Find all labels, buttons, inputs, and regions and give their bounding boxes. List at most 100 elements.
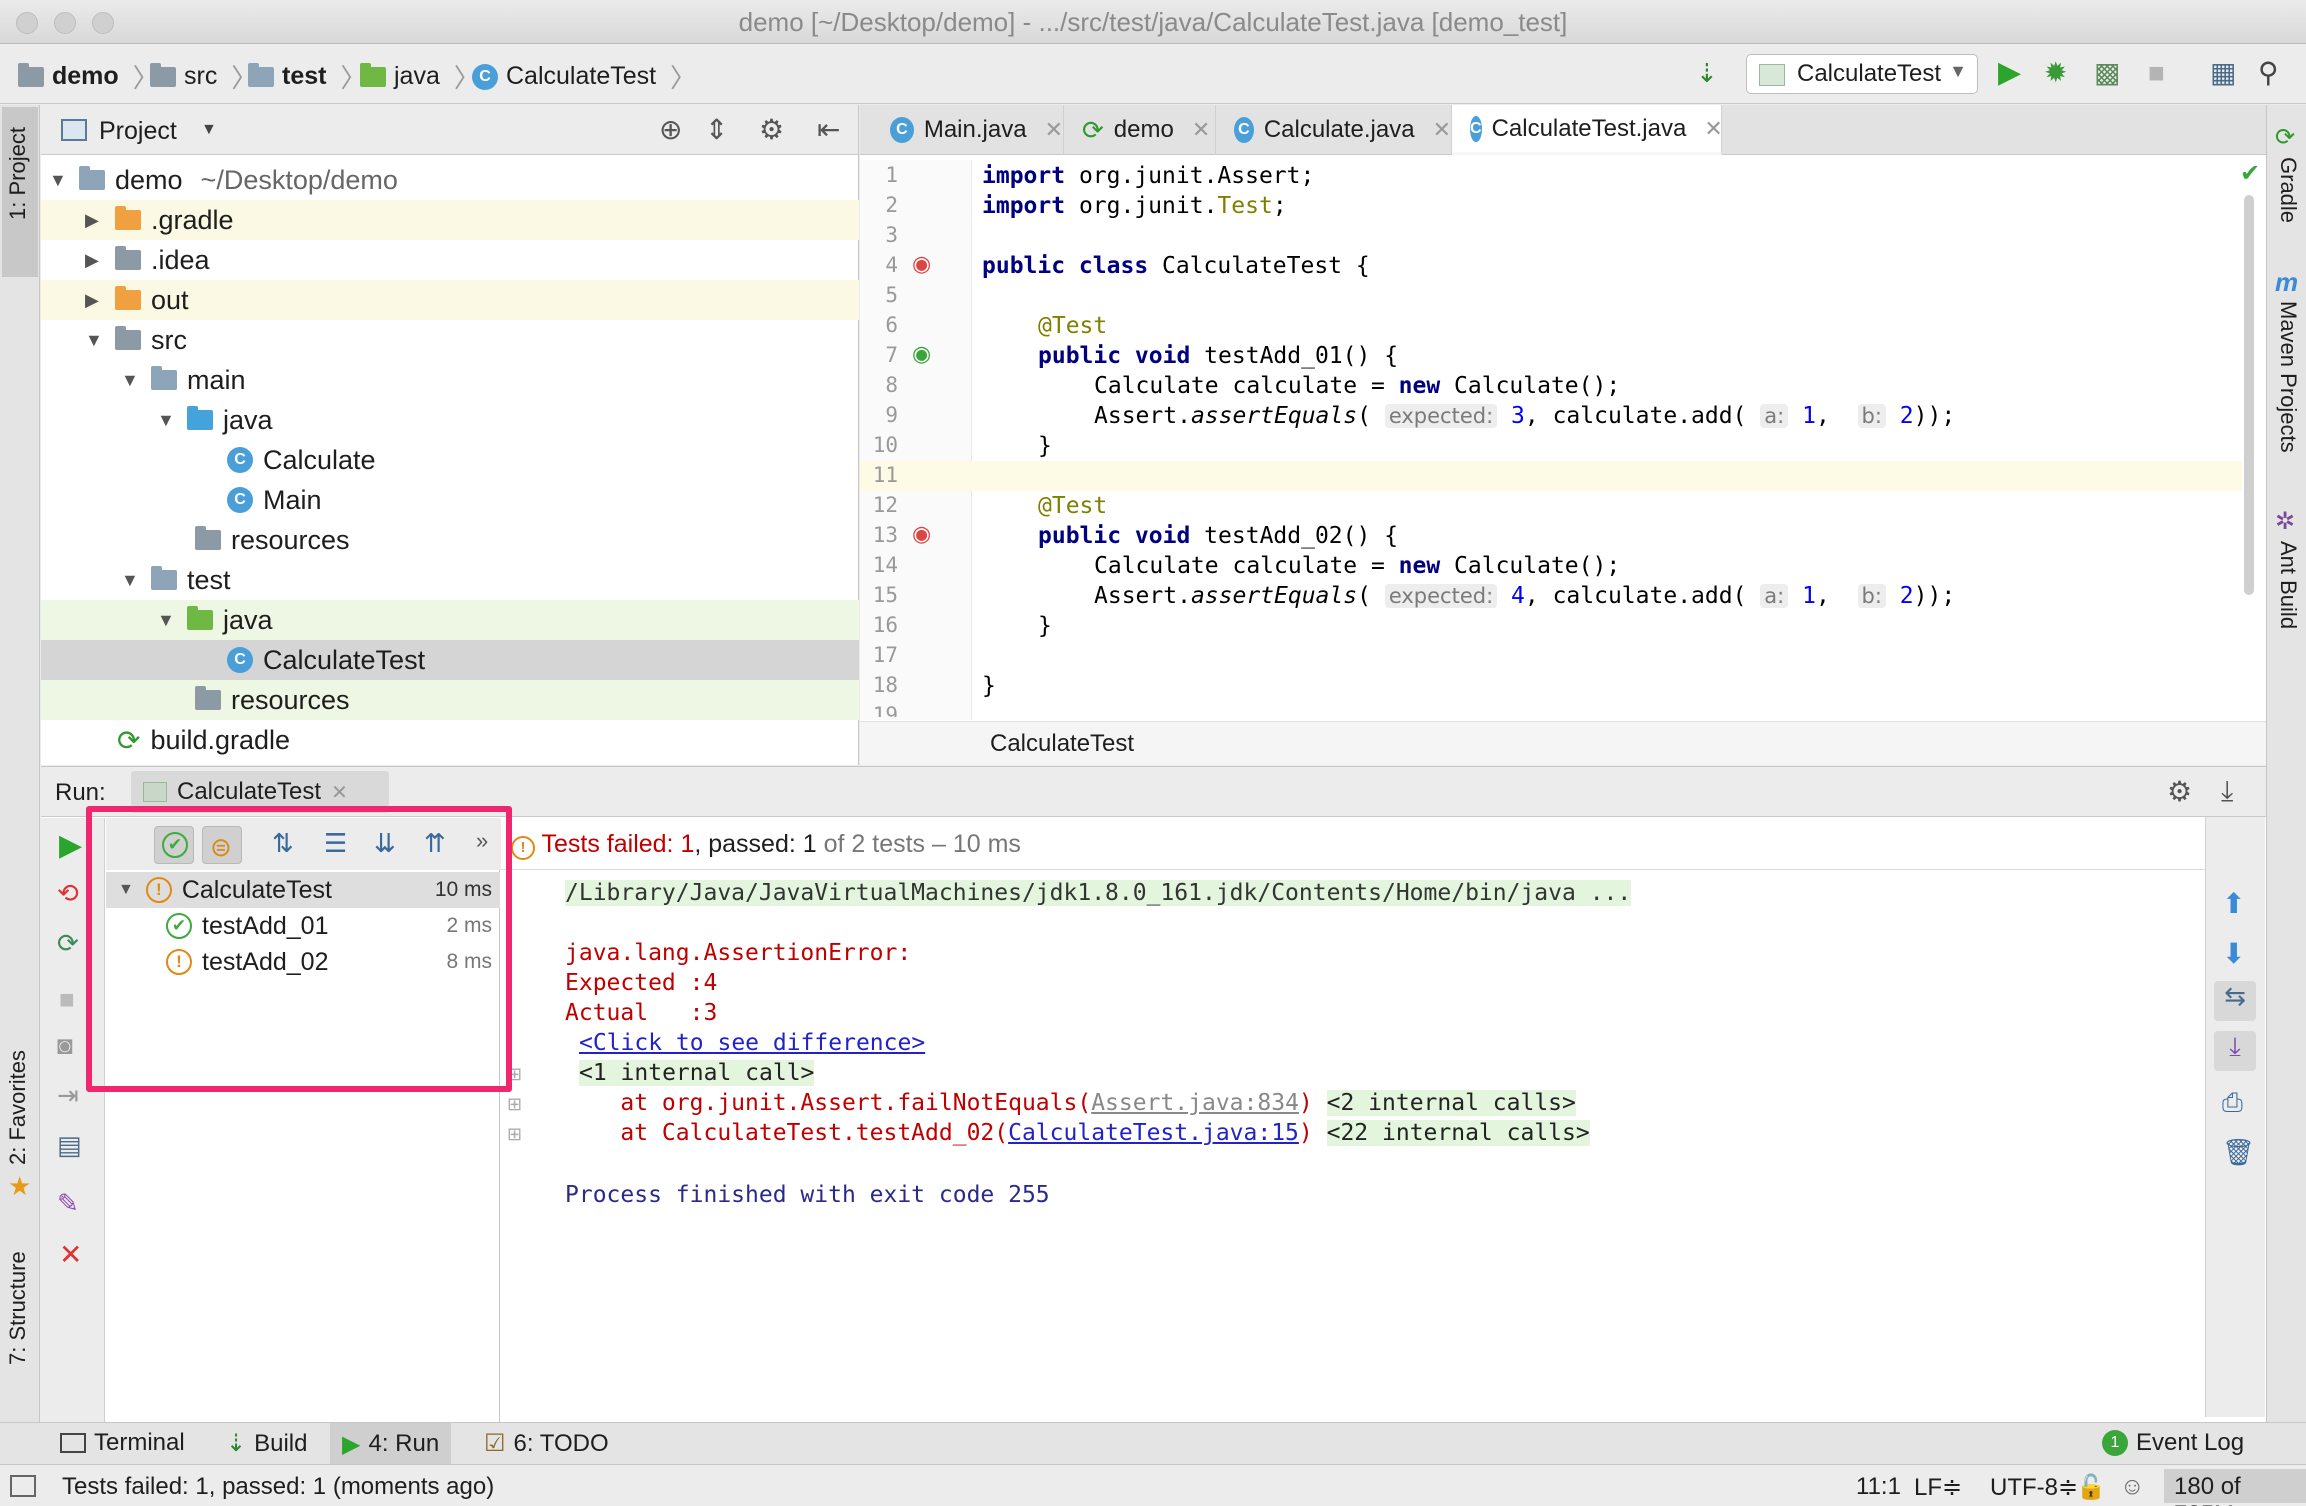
scroll-to-end-icon[interactable]: ⤓ bbox=[2214, 1031, 2256, 1071]
status-message[interactable]: Tests failed: 1, passed: 1 (moments ago) bbox=[62, 1473, 494, 1501]
stop-icon[interactable]: ■ bbox=[2148, 58, 2165, 88]
coverage-icon[interactable]: ▩ bbox=[2094, 58, 2120, 88]
tool-windows-icon[interactable] bbox=[10, 1475, 36, 1497]
expand-icon[interactable]: ⊞ bbox=[507, 1094, 522, 1115]
import-icon[interactable]: ⇥ bbox=[57, 1080, 79, 1111]
tree-item-out[interactable]: ▶ out bbox=[41, 280, 859, 320]
hide-panel-icon[interactable]: ⇤ bbox=[817, 113, 840, 146]
tree-item-calculatetest[interactable]: C CalculateTest bbox=[41, 640, 859, 680]
code-line-16[interactable]: } bbox=[1038, 613, 1052, 639]
close-icon[interactable]: ✕ bbox=[59, 1238, 82, 1271]
trash-icon[interactable]: 🗑 bbox=[2222, 1137, 2255, 1168]
close-icon[interactable]: ✕ bbox=[1433, 117, 1451, 143]
tree-item-src[interactable]: ▼ src bbox=[41, 320, 859, 360]
gear-icon[interactable]: ⚙ bbox=[759, 113, 784, 146]
layout-icon[interactable]: ▤ bbox=[57, 1130, 82, 1161]
toggle-autotest-icon[interactable]: ⟳ bbox=[57, 928, 79, 959]
pin-icon[interactable]: ✎ bbox=[57, 1188, 79, 1219]
tree-item-gradle-dir[interactable]: ▶ .gradle bbox=[41, 200, 859, 240]
tab-build[interactable]: ⇣ Build bbox=[226, 1429, 307, 1458]
tab-demo[interactable]: ⟳ demo ✕ bbox=[1064, 105, 1216, 155]
tree-item-main[interactable]: ▼ main bbox=[41, 360, 859, 400]
tab-calculatetest-java[interactable]: C CalculateTest.java ✕ bbox=[1452, 105, 1723, 155]
run-test-passed-icon[interactable]: ◉ bbox=[912, 341, 931, 367]
encoding-select[interactable]: UTF-8≑ bbox=[1990, 1473, 2078, 1502]
ant-tool-label[interactable]: Ant Build bbox=[2275, 541, 2301, 629]
calculatetest-java-link[interactable]: CalculateTest.java:15 bbox=[1008, 1120, 1299, 1146]
tree-item-idea[interactable]: ▶ .idea bbox=[41, 240, 859, 280]
run-test-failed-icon[interactable]: ◉ bbox=[912, 251, 931, 277]
code-line-12[interactable]: @Test bbox=[1038, 493, 1107, 519]
tab-todo[interactable]: ☑ 6: TODO bbox=[484, 1429, 609, 1458]
chevron-down-icon[interactable]: ▼ bbox=[201, 121, 217, 139]
tab-run[interactable]: ▶ 4: Run bbox=[330, 1423, 452, 1465]
tab-main-java[interactable]: C Main.java ✕ bbox=[872, 105, 1064, 155]
code-line-10[interactable]: } bbox=[1038, 433, 1052, 459]
project-structure-icon[interactable]: ▦ bbox=[2210, 58, 2236, 88]
close-icon[interactable]: ✕ bbox=[331, 780, 348, 805]
caret-position[interactable]: 11:1 bbox=[1856, 1473, 1901, 1501]
down-arrow-icon[interactable]: ⬇ bbox=[2222, 937, 2245, 970]
search-icon[interactable]: ⚲ bbox=[2258, 58, 2279, 88]
code-line-2[interactable]: import org.junit.Test; bbox=[982, 193, 1287, 219]
code-line-15[interactable]: Assert.assertEquals( expected: 4, calcul… bbox=[1094, 583, 1955, 609]
tab-event-log[interactable]: 1 Event Log bbox=[2102, 1429, 2244, 1457]
gradle-tool-label[interactable]: Gradle bbox=[2275, 157, 2301, 223]
breadcrumb-test[interactable]: test 〉 bbox=[248, 58, 366, 95]
code-line-18[interactable]: } bbox=[982, 673, 996, 699]
tab-terminal[interactable]: Terminal bbox=[60, 1429, 185, 1457]
hide-panel-icon[interactable]: ⤓ bbox=[2221, 775, 2233, 808]
breadcrumb-java[interactable]: java 〉 bbox=[360, 58, 480, 95]
camera-icon[interactable]: ◙ bbox=[57, 1030, 73, 1061]
console-internal-call[interactable]: <1 internal call> bbox=[579, 1060, 815, 1086]
run-configuration-select[interactable]: CalculateTest ▼ bbox=[1746, 54, 1978, 94]
close-icon[interactable]: ✕ bbox=[1704, 116, 1722, 142]
rerun-icon[interactable]: ▶ bbox=[59, 828, 82, 863]
maven-tool-label[interactable]: Maven Projects bbox=[2275, 301, 2301, 453]
tree-item-main-resources[interactable]: resources bbox=[41, 520, 859, 560]
debug-icon[interactable]: ✹ bbox=[2044, 58, 2067, 88]
gear-icon[interactable]: ⚙ bbox=[2167, 775, 2192, 808]
console-output[interactable]: ! Tests failed: 1, passed: 1 of 2 tests … bbox=[501, 818, 2246, 1423]
breadcrumb-demo[interactable]: demo 〉 bbox=[18, 58, 159, 95]
run-icon[interactable]: ▶ bbox=[1998, 58, 2021, 88]
tree-item-build-gradle[interactable]: ⟳ build.gradle bbox=[41, 720, 859, 760]
tree-item-main-java[interactable]: ▼ java bbox=[41, 400, 859, 440]
code-line-9[interactable]: Assert.assertEquals( expected: 3, calcul… bbox=[1094, 403, 1955, 429]
inspector-icon[interactable]: ☺ bbox=[2120, 1473, 2145, 1501]
line-separator-select[interactable]: LF≑ bbox=[1914, 1473, 1962, 1502]
code-line-1[interactable]: import org.junit.Assert; bbox=[982, 163, 1314, 189]
up-arrow-icon[interactable]: ⬆ bbox=[2222, 887, 2245, 920]
code-line-6[interactable]: @Test bbox=[1038, 313, 1107, 339]
code-line-13[interactable]: public void testAdd_02() { bbox=[1038, 523, 1398, 549]
print-icon[interactable]: ⎙ bbox=[2222, 1087, 2243, 1119]
editor-breadcrumb[interactable]: CalculateTest bbox=[860, 721, 2266, 765]
click-to-see-difference-link[interactable]: <Click to see difference> bbox=[579, 1030, 925, 1056]
lock-icon[interactable]: 🔓 bbox=[2076, 1473, 2106, 1502]
editor-scrollbar[interactable] bbox=[2244, 195, 2254, 595]
code-line-14[interactable]: Calculate calculate = new Calculate(); bbox=[1094, 553, 1620, 579]
locate-icon[interactable]: ⊕ bbox=[659, 113, 682, 146]
assert-java-link[interactable]: Assert.java:834 bbox=[1091, 1090, 1299, 1116]
rerun-failed-icon[interactable]: ⟲ bbox=[57, 878, 79, 909]
tree-item-calculate[interactable]: C Calculate bbox=[41, 440, 859, 480]
run-test-failed-icon[interactable]: ◉ bbox=[912, 521, 931, 547]
tree-item-test[interactable]: ▼ test bbox=[41, 560, 859, 600]
structure-tool-label[interactable]: 7: Structure bbox=[5, 1251, 31, 1365]
tree-item-main-class[interactable]: C Main bbox=[41, 480, 859, 520]
favorites-tool-label[interactable]: 2: Favorites bbox=[5, 1050, 31, 1165]
tree-item-demo[interactable]: ▼ demo ~/Desktop/demo bbox=[41, 160, 859, 200]
soft-wrap-icon[interactable]: ⇆ bbox=[2214, 981, 2256, 1021]
expand-icon[interactable]: ⊞ bbox=[507, 1124, 522, 1145]
build-icon[interactable]: ⇣ bbox=[1696, 58, 1718, 88]
tab-calculate-java[interactable]: C Calculate.java ✕ bbox=[1216, 105, 1452, 155]
memory-indicator[interactable]: 180 of 725M bbox=[2164, 1469, 2306, 1506]
collapse-all-icon[interactable]: ⇕ bbox=[705, 113, 728, 146]
code-line-4[interactable]: public class CalculateTest { bbox=[982, 253, 1370, 279]
code-line-8[interactable]: Calculate calculate = new Calculate(); bbox=[1094, 373, 1620, 399]
stop-icon[interactable]: ■ bbox=[59, 984, 75, 1015]
close-icon[interactable]: ✕ bbox=[1192, 117, 1210, 143]
project-tool-label[interactable]: 1: Project bbox=[5, 127, 31, 220]
close-icon[interactable]: ✕ bbox=[1045, 117, 1063, 143]
breadcrumb-calculatetest[interactable]: C CalculateTest 〉 bbox=[472, 58, 696, 95]
